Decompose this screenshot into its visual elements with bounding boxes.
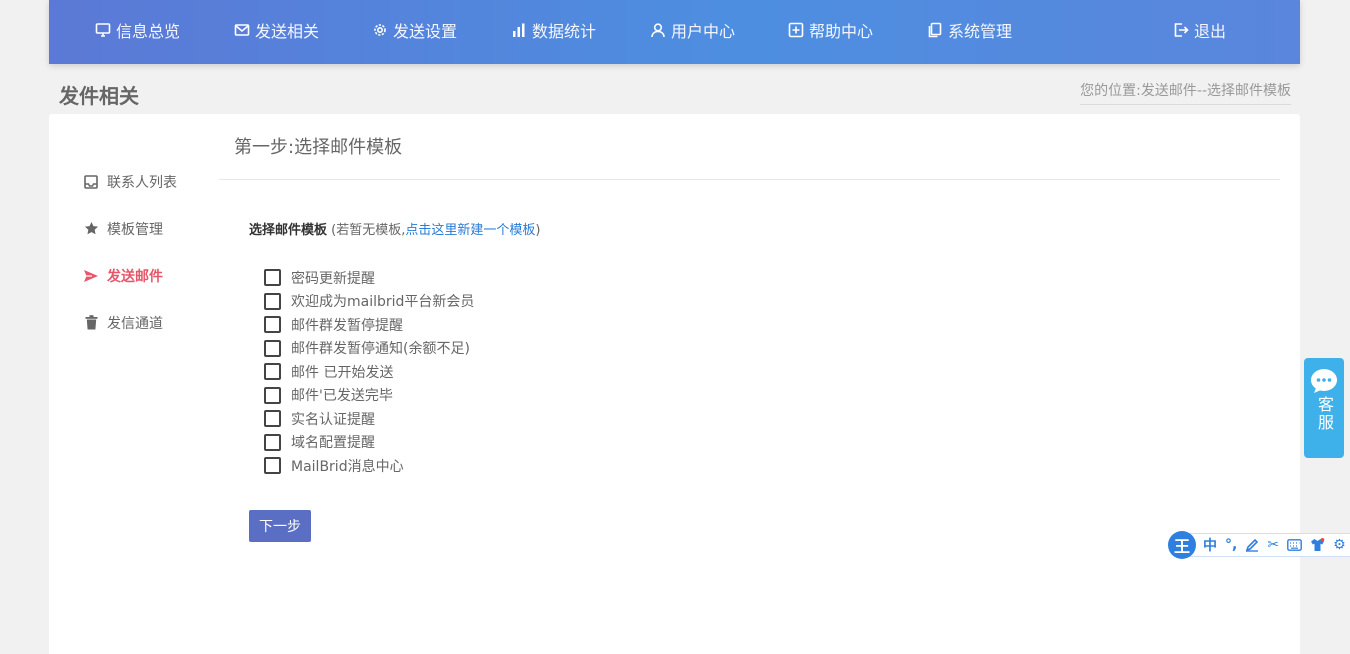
nav-label: 信息总览 <box>116 22 181 41</box>
nav-item-send-settings[interactable]: 发送设置 <box>372 18 457 42</box>
logout-button[interactable]: 退出 <box>1173 18 1226 42</box>
nav-label: 帮助中心 <box>809 22 874 41</box>
help-icon <box>788 22 804 38</box>
template-option[interactable]: MailBrid消息中心 <box>264 454 474 478</box>
trash-icon <box>83 315 99 331</box>
template-checkbox[interactable] <box>264 292 281 310</box>
template-option[interactable]: 邮件 已开始发送 <box>264 360 474 384</box>
nav-label: 系统管理 <box>948 22 1013 41</box>
mail-icon <box>234 24 250 36</box>
template-option[interactable]: 邮件群发暂停提醒 <box>264 313 474 337</box>
chat-bubble-icon <box>1311 369 1337 393</box>
template-option[interactable]: 邮件'已发送完毕 <box>264 384 474 408</box>
template-option-label: 实名认证提醒 <box>291 411 375 428</box>
template-option[interactable]: 邮件群发暂停通知(余额不足) <box>264 337 474 361</box>
template-option-label: 邮件 已开始发送 <box>291 364 394 381</box>
template-select-heading: 选择邮件模板 (若暂无模板,点击这里新建一个模板) <box>249 219 540 238</box>
top-nav: 信息总览 发送相关 发送设置 数据统计 用户中心 帮助中心 系统管理 退出 <box>49 0 1300 64</box>
nav-item-send[interactable]: 发送相关 <box>234 18 319 42</box>
main-card: 联系人列表 模板管理 发送邮件 发信通道 第一步:选择邮件模板 选择邮件模板 (… <box>49 114 1300 654</box>
sidebar-item-templates[interactable]: 模板管理 <box>83 205 177 252</box>
template-checkbox[interactable] <box>264 316 281 334</box>
template-option-label: 邮件'已发送完毕 <box>291 388 393 405</box>
nav-item-help[interactable]: 帮助中心 <box>788 18 873 42</box>
sidebar-item-channels[interactable]: 发信通道 <box>83 299 177 346</box>
template-hint-prefix: (若暂无模板, <box>327 223 406 238</box>
next-step-button[interactable]: 下一步 <box>249 510 311 542</box>
nav-item-overview[interactable]: 信息总览 <box>95 18 180 42</box>
logout-label: 退出 <box>1194 22 1227 41</box>
template-option-label: 邮件群发暂停通知(余额不足) <box>291 341 470 358</box>
bar-chart-icon <box>513 23 525 37</box>
skin-shirt-icon[interactable] <box>1310 538 1325 552</box>
scissors-icon[interactable]: ✂ <box>1267 537 1279 553</box>
customer-service-button[interactable]: 客服 <box>1304 358 1344 458</box>
template-checkbox[interactable] <box>264 363 281 381</box>
gear-icon <box>374 24 386 36</box>
ime-toolbar: 王 中 °, ✂ ⚙ <box>1168 530 1350 560</box>
monitor-icon <box>95 23 111 37</box>
breadcrumb: 您的位置:发送邮件--选择邮件模板 <box>1080 80 1291 105</box>
keyboard-icon[interactable] <box>1287 539 1302 551</box>
star-icon <box>83 221 99 237</box>
copy-icon <box>928 22 942 38</box>
sidebar-item-label: 模板管理 <box>107 221 163 238</box>
nav-item-user-center[interactable]: 用户中心 <box>650 18 735 42</box>
template-checkbox[interactable] <box>264 269 281 287</box>
nav-label: 用户中心 <box>671 22 736 41</box>
template-option-label: MailBrid消息中心 <box>291 458 404 475</box>
send-icon <box>83 268 99 284</box>
template-hint-suffix: ) <box>535 223 541 238</box>
template-option-label: 欢迎成为mailbrid平台新会员 <box>291 294 475 311</box>
template-select-label: 选择邮件模板 <box>249 223 328 238</box>
divider <box>219 179 1280 180</box>
user-icon <box>651 23 665 38</box>
template-checkbox[interactable] <box>264 339 281 357</box>
pen-icon[interactable] <box>1245 538 1259 552</box>
sidebar-item-label: 发信通道 <box>107 315 163 332</box>
template-checkbox[interactable] <box>264 457 281 475</box>
inbox-icon <box>83 174 99 190</box>
step-title: 第一步:选择邮件模板 <box>234 137 403 158</box>
settings-gear-icon[interactable]: ⚙ <box>1333 537 1346 553</box>
template-option-label: 密码更新提醒 <box>291 270 375 287</box>
nav-label: 数据统计 <box>532 22 597 41</box>
nav-label: 发送设置 <box>393 22 458 41</box>
template-option[interactable]: 密码更新提醒 <box>264 266 474 290</box>
ime-logo[interactable]: 王 <box>1168 531 1196 559</box>
page-title: 发件相关 <box>59 84 139 108</box>
nav-item-stats[interactable]: 数据统计 <box>511 18 596 42</box>
sidebar-item-label: 发送邮件 <box>107 268 163 285</box>
punctuation-icon[interactable]: °, <box>1225 537 1237 553</box>
ime-bar: 中 °, ✂ ⚙ <box>1190 533 1350 557</box>
ime-mode-toggle[interactable]: 中 <box>1203 535 1217 555</box>
nav-item-system[interactable]: 系统管理 <box>927 18 1012 42</box>
create-template-link[interactable]: 点击这里新建一个模板 <box>405 223 535 238</box>
template-option[interactable]: 欢迎成为mailbrid平台新会员 <box>264 290 474 314</box>
sidebar-item-contacts[interactable]: 联系人列表 <box>83 158 177 205</box>
customer-service-label: 客服 <box>1315 396 1334 432</box>
template-option-label: 域名配置提醒 <box>291 435 375 452</box>
sidebar-item-label: 联系人列表 <box>107 174 177 191</box>
sidebar-item-send-mail[interactable]: 发送邮件 <box>83 252 177 299</box>
template-list: 密码更新提醒 欢迎成为mailbrid平台新会员 邮件群发暂停提醒 邮件群发暂停… <box>264 266 474 478</box>
template-option[interactable]: 域名配置提醒 <box>264 431 474 455</box>
nav-label: 发送相关 <box>255 22 320 41</box>
template-checkbox[interactable] <box>264 433 281 451</box>
logout-icon <box>1174 23 1189 37</box>
template-option-label: 邮件群发暂停提醒 <box>291 317 403 334</box>
template-checkbox[interactable] <box>264 386 281 404</box>
sidebar: 联系人列表 模板管理 发送邮件 发信通道 <box>83 158 177 346</box>
template-option[interactable]: 实名认证提醒 <box>264 407 474 431</box>
template-checkbox[interactable] <box>264 410 281 428</box>
